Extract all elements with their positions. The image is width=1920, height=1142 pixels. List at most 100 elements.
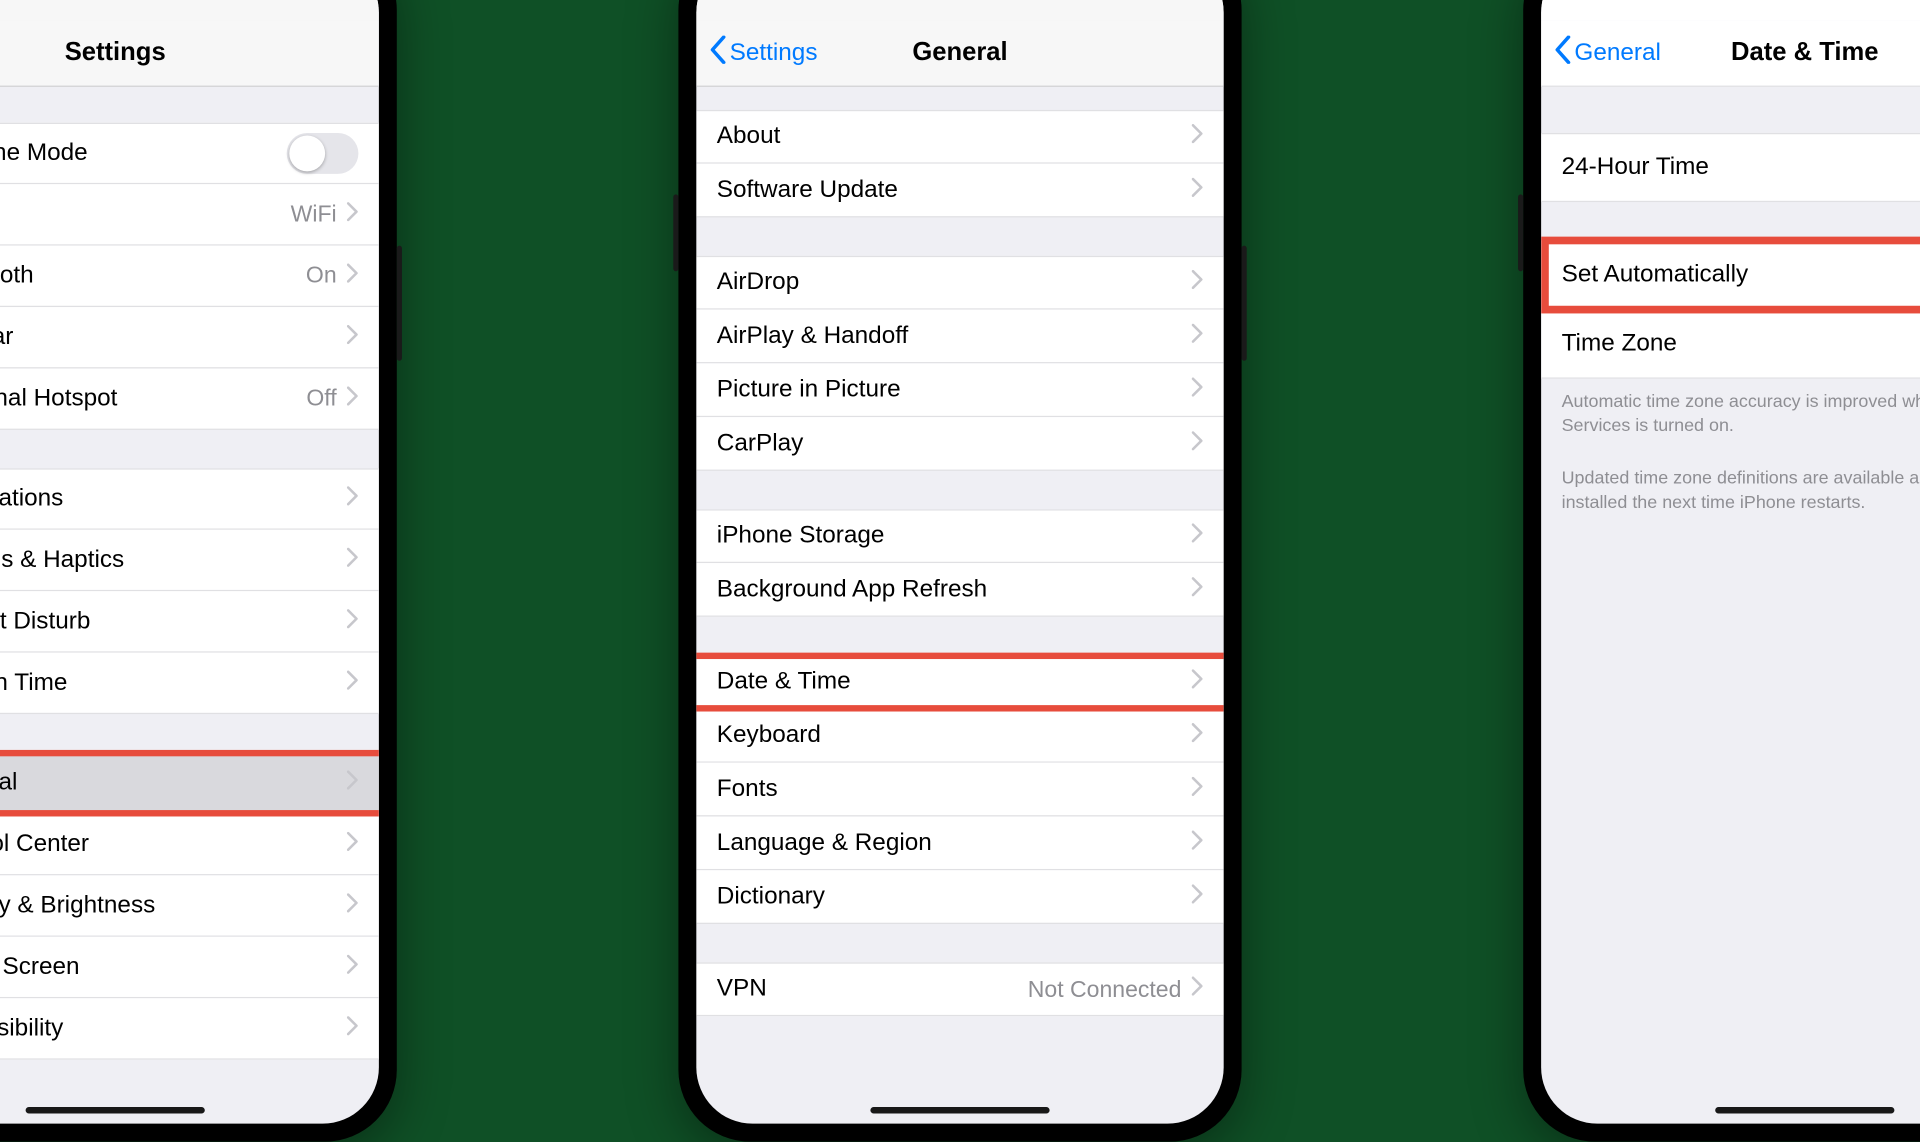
home-indicator[interactable]: [870, 1107, 1049, 1113]
home-indicator[interactable]: [1715, 1107, 1894, 1113]
row-bluetooth[interactable]: 󰂯BluetoothOn: [0, 246, 379, 307]
row-label: CarPlay: [717, 429, 1192, 457]
chevron-left-icon: [1554, 35, 1572, 71]
row-24-hour-time[interactable]: 24-Hour Time: [1541, 133, 1920, 202]
row-label: Bluetooth: [0, 262, 306, 290]
phone-date-time: 10:00 General Date & Time 24-Hour Time: [1523, 0, 1920, 1142]
row-airplane-mode[interactable]: ✈Airplane Mode: [0, 123, 379, 184]
row-label: 24-Hour Time: [1562, 153, 1920, 181]
row-label: Display & Brightness: [0, 891, 347, 919]
row-notifications[interactable]: ▢Notifications: [0, 468, 379, 529]
row-set-automatically[interactable]: Set Automatically: [1541, 240, 1920, 309]
row-time-zone[interactable]: Time Zone: [1541, 310, 1920, 379]
row-airdrop[interactable]: AirDrop: [696, 256, 1223, 310]
chevron-right-icon: [1192, 575, 1204, 603]
row-label: Set Automatically: [1562, 261, 1920, 289]
chevron-right-icon: [347, 546, 359, 574]
chevron-right-icon: [347, 953, 359, 981]
row-label: AirDrop: [717, 269, 1192, 297]
row-detail: On: [306, 262, 337, 289]
chevron-right-icon: [1192, 269, 1204, 297]
chevron-right-icon: [1192, 829, 1204, 857]
back-label: Settings: [730, 39, 818, 67]
row-date-time[interactable]: Date & Time: [696, 655, 1223, 709]
chevron-right-icon: [347, 1014, 359, 1042]
row-label: AirPlay & Handoff: [717, 322, 1192, 350]
chevron-right-icon: [1192, 429, 1204, 457]
row-sounds-haptics[interactable]: 🔊Sounds & Haptics: [0, 530, 379, 591]
row-label: Dictionary: [717, 882, 1192, 910]
row-personal-hotspot[interactable]: ⦾Personal HotspotOff: [0, 368, 379, 429]
chevron-right-icon: [347, 323, 359, 351]
chevron-right-icon: [1192, 975, 1204, 1003]
row-background-app-refresh[interactable]: Background App Refresh: [696, 563, 1223, 617]
chevron-right-icon: [347, 384, 359, 412]
row-accessibility[interactable]: ♿Accessibility: [0, 998, 379, 1059]
toggle-airplane[interactable]: [287, 133, 359, 174]
row-label: VPN: [717, 975, 1028, 1003]
chevron-right-icon: [1192, 721, 1204, 749]
row-dictionary[interactable]: Dictionary: [696, 870, 1223, 924]
row-picture-in-picture[interactable]: Picture in Picture: [696, 363, 1223, 417]
row-label: Notifications: [0, 485, 347, 513]
row-label: Time Zone: [1562, 329, 1920, 357]
status-bar: 9:41: [0, 0, 379, 20]
row-control-center[interactable]: ⋮⋮Control Center: [0, 814, 379, 875]
row-about[interactable]: About: [696, 110, 1223, 164]
row-carplay[interactable]: CarPlay: [696, 417, 1223, 471]
chevron-right-icon: [347, 830, 359, 858]
chevron-right-icon: [1192, 522, 1204, 550]
row-label: General: [0, 769, 347, 797]
row-label: About: [717, 123, 1192, 151]
chevron-right-icon: [1192, 376, 1204, 404]
chevron-right-icon: [347, 891, 359, 919]
row-do-not-disturb[interactable]: ☾Do Not Disturb: [0, 591, 379, 652]
row-vpn[interactable]: VPNNot Connected: [696, 962, 1223, 1016]
status-time: 10:00: [1577, 0, 1633, 1]
chevron-right-icon: [347, 485, 359, 513]
row-home-screen[interactable]: ⊞Home Screen: [0, 937, 379, 998]
row-wi-fi[interactable]: ᯤWi-FiWiFi: [0, 184, 379, 245]
chevron-right-icon: [1192, 775, 1204, 803]
back-button[interactable]: General: [1554, 35, 1661, 71]
row-iphone-storage[interactable]: iPhone Storage: [696, 509, 1223, 563]
row-label: Picture in Picture: [717, 376, 1192, 404]
row-label: Screen Time: [0, 669, 347, 697]
back-label: General: [1574, 39, 1661, 67]
row-label: Accessibility: [0, 1014, 347, 1042]
row-label: Wi-Fi: [0, 200, 291, 228]
back-button[interactable]: Settings: [709, 35, 817, 71]
status-bar: 14:51: [696, 0, 1223, 20]
phone-settings: 9:41 Settings ✈Airplane ModeᯤWi-FiWiFi󰂯B…: [0, 0, 397, 1142]
nav-bar: Settings: [0, 20, 379, 87]
phone-general: 14:51 Settings General AboutSoftware Upd…: [678, 0, 1241, 1142]
chevron-right-icon: [347, 262, 359, 290]
row-software-update[interactable]: Software Update: [696, 164, 1223, 218]
chevron-right-icon: [1192, 176, 1204, 204]
row-general[interactable]: ⚙General: [0, 752, 379, 813]
home-indicator[interactable]: [26, 1107, 205, 1113]
row-keyboard[interactable]: Keyboard: [696, 709, 1223, 763]
row-detail: Not Connected: [1028, 976, 1182, 1003]
row-label: Personal Hotspot: [0, 384, 306, 412]
chevron-right-icon: [1192, 123, 1204, 151]
chevron-right-icon: [347, 607, 359, 635]
row-label: Language & Region: [717, 829, 1192, 857]
row-cellular[interactable]: ▮Cellular: [0, 307, 379, 368]
row-label: Keyboard: [717, 721, 1192, 749]
row-screen-time[interactable]: ⌛Screen Time: [0, 653, 379, 714]
row-airplay-handoff[interactable]: AirPlay & Handoff: [696, 310, 1223, 364]
row-label: Airplane Mode: [0, 139, 287, 167]
row-display-brightness[interactable]: AADisplay & Brightness: [0, 875, 379, 936]
row-fonts[interactable]: Fonts: [696, 763, 1223, 817]
footer-note-1: Automatic time zone accuracy is improved…: [1541, 379, 1920, 438]
row-detail: WiFi: [291, 201, 337, 228]
row-detail: Off: [306, 385, 336, 412]
row-label: Cellular: [0, 323, 347, 351]
chevron-right-icon: [1192, 882, 1204, 910]
row-label: Background App Refresh: [717, 575, 1192, 603]
row-label: Fonts: [717, 775, 1192, 803]
row-language-region[interactable]: Language & Region: [696, 816, 1223, 870]
chevron-left-icon: [709, 35, 727, 71]
footer-note-2: Updated time zone definitions are availa…: [1541, 455, 1920, 514]
